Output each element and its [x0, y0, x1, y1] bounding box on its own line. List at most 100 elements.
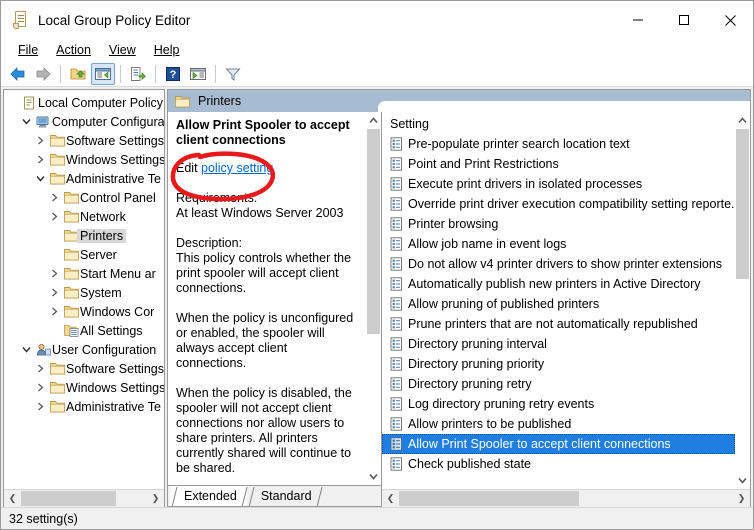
- chevron-right-icon[interactable]: [32, 359, 48, 378]
- settings-scroll-track-h[interactable]: [399, 489, 733, 507]
- description-scroll-up-button[interactable]: [366, 112, 381, 129]
- chevron-down-icon[interactable]: [18, 340, 34, 359]
- question-mark-icon: ?: [166, 66, 180, 81]
- settings-scroll-thumb-h[interactable]: [399, 490, 579, 506]
- tree-node-windows-cor[interactable]: Windows Cor: [4, 302, 164, 321]
- settings-column-header[interactable]: Setting: [382, 113, 735, 134]
- tree-node-user-configuration[interactable]: User Configuration: [4, 340, 164, 359]
- settings-row[interactable]: Allow job name in event logs: [382, 234, 735, 254]
- chevron-down-icon[interactable]: [18, 112, 34, 131]
- tree-node-control-panel[interactable]: Control Panel: [4, 188, 164, 207]
- settings-scroll-right-button[interactable]: ❯: [733, 489, 750, 507]
- settings-scroll-thumb[interactable]: [736, 129, 749, 279]
- close-button[interactable]: [707, 1, 753, 39]
- tree-node-server[interactable]: Server: [4, 245, 164, 264]
- show-hide-action-pane-button[interactable]: [186, 63, 210, 85]
- filter-button[interactable]: [221, 63, 245, 85]
- chevron-right-icon[interactable]: [32, 378, 48, 397]
- settings-horizontal-scrollbar[interactable]: ❮ ❯: [382, 489, 750, 507]
- settings-scroll-down-button[interactable]: [735, 472, 750, 489]
- show-hide-console-tree-button[interactable]: [91, 62, 115, 85]
- settings-row[interactable]: Do not allow v4 printer drivers to show …: [382, 254, 735, 274]
- console-tree[interactable]: Local Computer Policy Computer Configura S…: [4, 90, 164, 489]
- tree-node-start-menu-ar[interactable]: Start Menu ar: [4, 264, 164, 283]
- tab-extended[interactable]: Extended: [170, 486, 247, 506]
- tree-node-windows-settings[interactable]: Windows Settings: [4, 150, 164, 169]
- description-vertical-scrollbar[interactable]: [366, 112, 381, 485]
- chevron-right-icon[interactable]: [32, 150, 48, 169]
- local-group-policy-editor-window: Local Group Policy Editor File Action Vi…: [0, 0, 754, 530]
- settings-scroll-up-button[interactable]: [735, 112, 750, 129]
- chevron-right-icon[interactable]: [46, 207, 62, 226]
- policy-setting-icon: [387, 256, 405, 272]
- settings-row[interactable]: Override print driver execution compatib…: [382, 194, 735, 214]
- tree-node-software-settings[interactable]: Software Settings: [4, 359, 164, 378]
- tab-standard[interactable]: Standard: [247, 486, 322, 506]
- tree-node-printers[interactable]: Printers: [4, 226, 164, 245]
- tree-node-administrative-te[interactable]: Administrative Te: [4, 397, 164, 416]
- settings-row[interactable]: Directory pruning retry: [382, 374, 735, 394]
- settings-row[interactable]: Point and Print Restrictions: [382, 154, 735, 174]
- chevron-right-icon[interactable]: [32, 397, 48, 416]
- tree-node-local-computer-policy[interactable]: Local Computer Policy: [4, 93, 164, 112]
- chevron-right-icon[interactable]: [46, 264, 62, 283]
- tree-node-label: Software Settings: [66, 133, 164, 148]
- tree-node-label: All Settings: [80, 323, 143, 338]
- settings-row[interactable]: Printer browsing: [382, 214, 735, 234]
- tree-node-network[interactable]: Network: [4, 207, 164, 226]
- settings-row[interactable]: Directory pruning priority: [382, 354, 735, 374]
- window-title: Local Group Policy Editor: [38, 12, 191, 28]
- tree-scroll-left-button[interactable]: ❮: [4, 489, 21, 507]
- chevron-right-icon[interactable]: [46, 283, 62, 302]
- tree-node-windows-settings[interactable]: Windows Settings: [4, 378, 164, 397]
- tree-node-software-settings[interactable]: Software Settings: [4, 131, 164, 150]
- description-scroll-track[interactable]: [366, 129, 381, 468]
- chevron-right-icon[interactable]: [32, 131, 48, 150]
- settings-rows[interactable]: Pre-populate printer search location tex…: [382, 134, 735, 474]
- folder-icon: [48, 169, 66, 188]
- settings-vertical-scrollbar[interactable]: [735, 112, 750, 489]
- chevron-down-icon[interactable]: [32, 169, 48, 188]
- tree-scroll-track[interactable]: [21, 489, 147, 507]
- description-scroll-thumb[interactable]: [367, 129, 380, 334]
- settings-row[interactable]: Directory pruning interval: [382, 334, 735, 354]
- settings-row[interactable]: Execute print drivers in isolated proces…: [382, 174, 735, 194]
- settings-row-label: Pre-populate printer search location tex…: [408, 137, 630, 151]
- description-scroll-down-button[interactable]: [366, 468, 381, 485]
- menu-action[interactable]: Action: [47, 41, 100, 59]
- settings-list-column: Setting Pre-populate printer search loca…: [382, 112, 735, 489]
- settings-row[interactable]: Prune printers that are not automaticall…: [382, 314, 735, 334]
- menu-help[interactable]: Help: [145, 41, 189, 59]
- tree-node-administrative-te[interactable]: Administrative Te: [4, 169, 164, 188]
- settings-row[interactable]: Allow pruning of published printers: [382, 294, 735, 314]
- export-list-button[interactable]: [126, 63, 150, 85]
- forward-button[interactable]: [31, 63, 55, 85]
- back-button[interactable]: [6, 63, 30, 85]
- tree-node-all-settings[interactable]: All Settings: [4, 321, 164, 340]
- menu-view[interactable]: View: [100, 41, 145, 59]
- settings-row[interactable]: Check published state: [382, 454, 735, 474]
- help-button[interactable]: ?: [161, 63, 185, 85]
- settings-row[interactable]: Pre-populate printer search location tex…: [382, 134, 735, 154]
- policy-document-icon: [13, 11, 29, 29]
- tree-node-computer-configura[interactable]: Computer Configura: [4, 112, 164, 131]
- tree-scroll-thumb[interactable]: [21, 490, 116, 506]
- settings-row[interactable]: Automatically publish new printers in Ac…: [382, 274, 735, 294]
- tree-node-system[interactable]: System: [4, 283, 164, 302]
- settings-row[interactable]: Allow Print Spooler to accept client con…: [382, 434, 735, 454]
- maximize-button[interactable]: [661, 1, 707, 39]
- minimize-button[interactable]: [615, 1, 661, 39]
- pane-header: Printers: [168, 90, 750, 112]
- chevron-right-icon[interactable]: [46, 188, 62, 207]
- settings-row[interactable]: Allow printers to be published: [382, 414, 735, 434]
- settings-scroll-left-button[interactable]: ❮: [382, 489, 399, 507]
- chevron-right-icon[interactable]: [46, 302, 62, 321]
- tree-scroll-right-button[interactable]: ❯: [147, 489, 164, 507]
- menu-file[interactable]: File: [9, 41, 47, 59]
- up-one-level-button[interactable]: [66, 63, 90, 85]
- edit-policy-setting-line: Edit policy setting: [176, 161, 360, 176]
- settings-row[interactable]: Log directory pruning retry events: [382, 394, 735, 414]
- tree-horizontal-scrollbar[interactable]: ❮ ❯: [4, 489, 164, 507]
- settings-scroll-track[interactable]: [735, 129, 750, 472]
- edit-policy-setting-link[interactable]: policy setting: [201, 161, 273, 175]
